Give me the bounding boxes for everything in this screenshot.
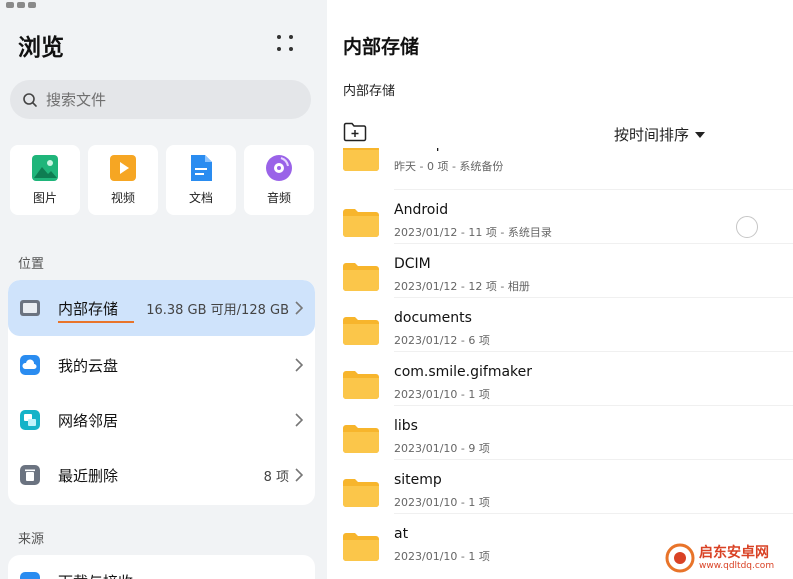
more-options-button[interactable] (274, 33, 296, 55)
source-name: 下载与接收 (58, 571, 133, 579)
sources-list: 下载与接收 (8, 555, 315, 579)
wifi-icon (6, 2, 14, 8)
folder-icon (343, 209, 379, 237)
category-label: 音频 (266, 191, 291, 205)
category-grid: 图片 视频 文档 音频 (10, 145, 314, 215)
network-neighbor-icon (20, 410, 40, 430)
list-item[interactable]: documents 2023/01/12 - 6 项 (327, 298, 793, 352)
file-name: backup (394, 148, 445, 152)
folder-icon (343, 371, 379, 399)
select-radio[interactable] (736, 216, 758, 238)
file-meta: 2023/01/12 - 6 项 (394, 334, 490, 347)
location-network-neighbor[interactable]: 网络邻居 (8, 392, 315, 448)
category-label: 图片 (32, 191, 57, 205)
chevron-right-icon (295, 468, 303, 482)
folder-icon (343, 479, 379, 507)
file-meta: 2023/01/12 - 12 项 - 相册 (394, 280, 530, 293)
folder-icon (343, 317, 379, 345)
file-name: libs (394, 418, 418, 434)
file-meta: 2023/01/10 - 9 项 (394, 442, 490, 455)
location-meta: 8 项 (263, 469, 289, 485)
watermark-logo: 启东安卓网 www.qdltdq.com (665, 540, 790, 576)
file-name: documents (394, 310, 472, 326)
location-cloud-drive[interactable]: 我的云盘 (8, 337, 315, 393)
new-folder-icon[interactable] (343, 122, 367, 142)
locations-header: 位置 (18, 257, 45, 272)
breadcrumb[interactable]: 内部存储 (343, 80, 395, 99)
file-meta: 2023/01/12 - 11 项 - 系统目录 (394, 226, 552, 239)
camera-icon (17, 2, 25, 8)
category-videos[interactable]: 视频 (88, 145, 158, 215)
storage-usage-bar (58, 321, 134, 323)
category-documents[interactable]: 文档 (166, 145, 236, 215)
document-icon (191, 155, 212, 181)
dot-icon (277, 35, 281, 39)
watermark-text: 启东安卓网 (699, 544, 769, 561)
category-label: 文档 (188, 191, 213, 205)
location-name: 内部存储 (58, 299, 119, 318)
chevron-right-icon (295, 301, 303, 315)
file-name: sitemp (394, 472, 442, 488)
file-name: Android (394, 202, 449, 218)
sort-dropdown[interactable]: 按时间排序 (614, 124, 706, 145)
caret-down-icon (695, 131, 706, 138)
category-label: 视频 (110, 191, 135, 205)
location-internal-storage[interactable]: 内部存储 16.38 GB 可用/128 GB (8, 280, 315, 336)
folder-icon (343, 425, 379, 453)
locations-list: 内部存储 16.38 GB 可用/128 GB 我的云盘 网络邻居 最近删除 8… (8, 280, 315, 505)
category-images[interactable]: 图片 (10, 145, 80, 215)
file-meta: 2023/01/10 - 1 项 (394, 496, 490, 509)
list-item[interactable]: libs 2023/01/10 - 9 项 (327, 406, 793, 460)
list-item[interactable]: Android 2023/01/12 - 11 项 - 系统目录 (327, 190, 793, 244)
file-meta: 2023/01/10 - 1 项 (394, 550, 490, 563)
sort-label: 按时间排序 (614, 126, 690, 144)
image-icon (32, 155, 58, 181)
chevron-right-icon (295, 413, 303, 427)
dot-icon (289, 35, 293, 39)
dot-icon (289, 47, 293, 51)
file-meta: 2023/01/10 - 1 项 (394, 388, 490, 401)
page-title: 浏览 (18, 35, 64, 61)
folder-icon (343, 533, 379, 561)
file-name: DCIM (394, 256, 431, 272)
status-bar (6, 0, 36, 10)
video-icon (110, 155, 136, 181)
location-name: 最近删除 (58, 466, 119, 485)
folder-icon (343, 148, 379, 171)
chevron-right-icon (295, 358, 303, 372)
category-audio[interactable]: 音频 (244, 145, 314, 215)
watermark-icon (665, 543, 695, 573)
download-icon (20, 572, 40, 579)
location-recently-deleted[interactable]: 最近删除 8 项 (8, 447, 315, 503)
file-name: com.smile.gifmaker (394, 364, 533, 380)
file-meta: 昨天 - 0 项 - 系统备份 (394, 160, 504, 173)
list-item[interactable]: com.smile.gifmaker 2023/01/10 - 1 项 (327, 352, 793, 406)
watermark-url: www.qdltdq.com (699, 560, 775, 571)
internal-storage-icon (20, 300, 40, 316)
folder-title: 内部存储 (343, 36, 420, 58)
search-bar[interactable] (10, 80, 311, 119)
list-item[interactable]: backup 昨天 - 0 项 - 系统备份 (327, 148, 793, 190)
dot-icon (277, 47, 281, 51)
location-name: 网络邻居 (58, 411, 119, 430)
main-pane: 内部存储 内部存储 按时间排序 backup 昨天 - 0 项 - 系统备份 A… (327, 0, 793, 579)
audio-icon (266, 155, 292, 181)
file-name: at (394, 526, 409, 542)
notification-icon (28, 2, 36, 8)
trash-icon (20, 465, 40, 485)
cloud-drive-icon (20, 355, 40, 375)
file-list: backup 昨天 - 0 项 - 系统备份 Android 2023/01/1… (327, 148, 793, 579)
location-meta: 16.38 GB 可用/128 GB (146, 302, 289, 318)
search-input[interactable] (46, 90, 286, 109)
sidebar: 浏览 图片 视频 文档 音频 位置 内部存储 16.38 G (0, 0, 327, 579)
search-icon (23, 92, 37, 107)
folder-icon (343, 263, 379, 291)
location-name: 我的云盘 (58, 356, 119, 375)
sources-header: 来源 (18, 532, 45, 547)
list-item[interactable]: DCIM 2023/01/12 - 12 项 - 相册 (327, 244, 793, 298)
list-item[interactable]: sitemp 2023/01/10 - 1 项 (327, 460, 793, 514)
